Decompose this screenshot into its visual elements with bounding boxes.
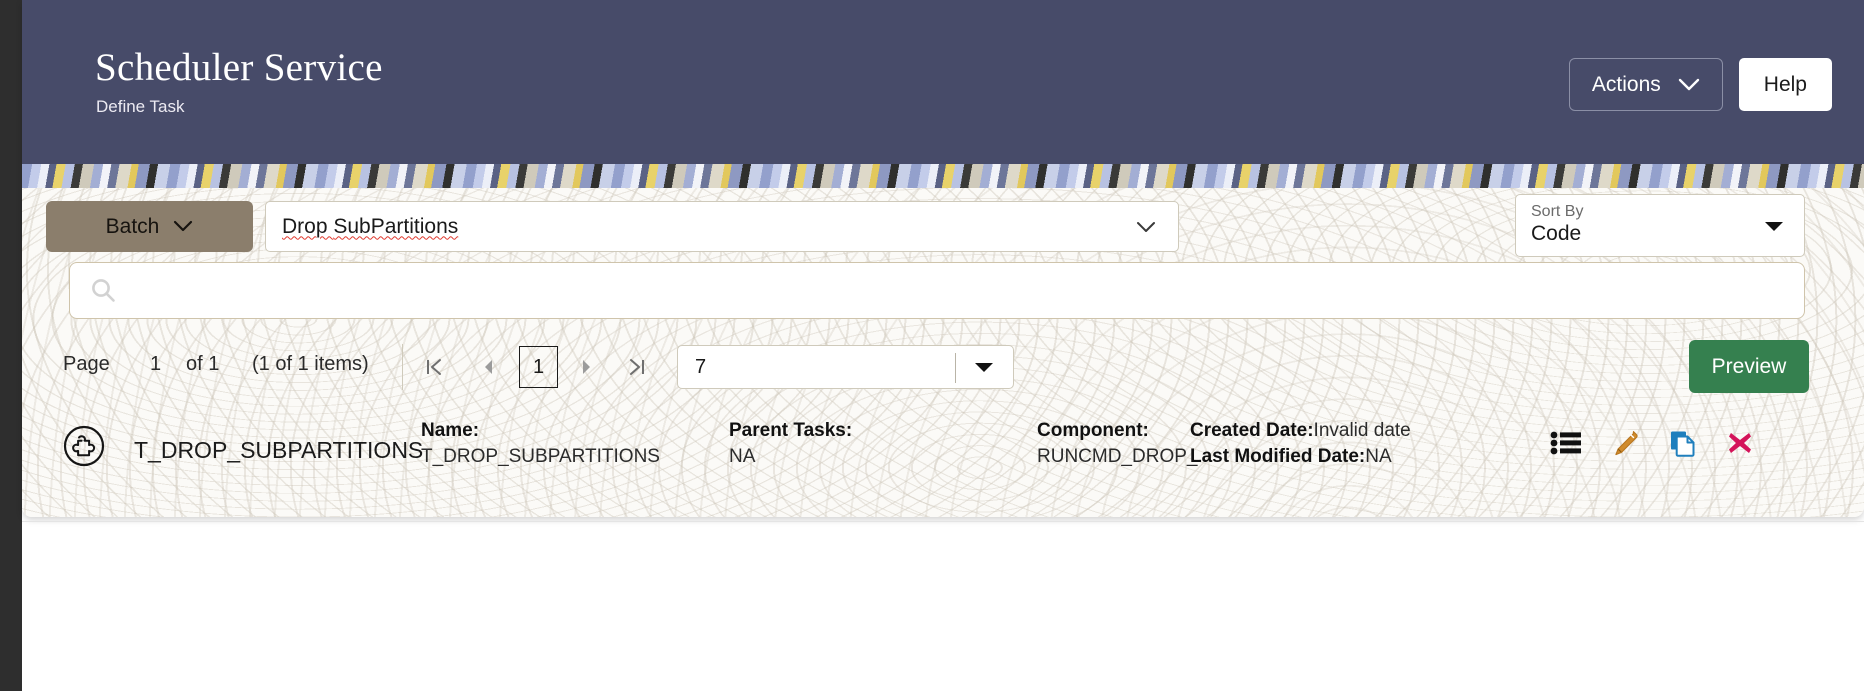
page-number-input[interactable] bbox=[519, 346, 558, 388]
header-actions: Actions Help bbox=[1568, 58, 1832, 111]
batch-dropdown-button[interactable]: Batch bbox=[46, 201, 253, 252]
app-header: Scheduler Service Define Task Actions He… bbox=[22, 0, 1864, 164]
task-type-value-main: SubPartitions bbox=[333, 214, 459, 238]
last-page-button[interactable] bbox=[620, 350, 652, 384]
field-last-modified-value: NA bbox=[1365, 445, 1392, 467]
batch-button-label: Batch bbox=[105, 214, 160, 238]
chevron-down-icon bbox=[1136, 221, 1156, 233]
page-label: Page bbox=[63, 353, 110, 375]
triangle-down-icon bbox=[974, 361, 994, 373]
task-type-select-value: Drop SubPartitions bbox=[282, 215, 458, 239]
content-area: Batch Drop SubPartitions Sort By Code Pa… bbox=[22, 188, 1864, 517]
task-type-select[interactable]: Drop SubPartitions bbox=[265, 201, 1179, 252]
field-name-label: Name: bbox=[421, 420, 480, 441]
last-page-icon bbox=[627, 357, 646, 377]
page-surface: Scheduler Service Define Task Actions He… bbox=[22, 0, 1864, 691]
help-button[interactable]: Help bbox=[1738, 58, 1832, 111]
search-input[interactable] bbox=[131, 278, 1784, 303]
rows-per-page-select[interactable]: 7 bbox=[677, 345, 1014, 389]
close-x-icon bbox=[1726, 433, 1754, 460]
field-created-date-value: Invalid date bbox=[1313, 420, 1411, 441]
copy-button[interactable] bbox=[1668, 428, 1698, 458]
delete-button[interactable] bbox=[1726, 429, 1754, 457]
sort-by-select[interactable]: Sort By Code bbox=[1515, 194, 1805, 257]
field-last-modified-label: Last Modified Date: bbox=[1190, 445, 1366, 467]
pencil-icon bbox=[1610, 431, 1640, 461]
rows-select-divider bbox=[955, 353, 956, 383]
field-component-label: Component: bbox=[1037, 420, 1149, 441]
field-component-value: RUNCMD_DROP_... bbox=[1037, 445, 1214, 467]
rows-per-page-value: 7 bbox=[695, 355, 707, 378]
field-created-date: Created Date:Invalid date bbox=[1190, 418, 1411, 444]
search-icon bbox=[90, 277, 117, 304]
sort-by-value: Code bbox=[1531, 222, 1582, 246]
copy-icon bbox=[1668, 431, 1698, 461]
app-root: Scheduler Service Define Task Actions He… bbox=[0, 0, 1864, 691]
card-bottom-divider bbox=[22, 521, 1864, 522]
actions-button-label: Actions bbox=[1591, 72, 1661, 96]
page-number-text: 1 bbox=[150, 353, 162, 375]
task-code: T_DROP_SUBPARTITIONS bbox=[134, 437, 424, 463]
field-parent-tasks-label: Parent Tasks: bbox=[729, 420, 853, 441]
sort-by-label: Sort By bbox=[1531, 203, 1584, 220]
chevron-down-icon bbox=[1678, 78, 1700, 92]
field-parent-tasks: Parent Tasks: NA bbox=[729, 418, 852, 469]
page-total-text: of 1 bbox=[186, 353, 220, 375]
actions-button[interactable]: Actions bbox=[1568, 58, 1723, 111]
pager-divider bbox=[402, 344, 403, 390]
field-last-modified-date: Last Modified Date:NA bbox=[1190, 444, 1411, 470]
chevron-down-icon bbox=[173, 215, 193, 239]
caret-right-icon bbox=[580, 358, 593, 376]
caret-left-icon bbox=[482, 358, 495, 376]
search-box[interactable] bbox=[69, 262, 1805, 319]
field-parent-tasks-value: NA bbox=[729, 445, 756, 467]
left-gutter bbox=[0, 0, 22, 691]
edit-button[interactable] bbox=[1610, 428, 1640, 458]
field-component: Component: RUNCMD_DROP_... bbox=[1037, 418, 1214, 469]
field-name-value: T_DROP_SUBPARTITIONS bbox=[421, 445, 660, 467]
details-list-button[interactable] bbox=[1550, 429, 1582, 457]
page-title: Scheduler Service bbox=[95, 46, 383, 89]
triangle-down-icon bbox=[1764, 220, 1784, 232]
field-name: Name: T_DROP_SUBPARTITIONS bbox=[421, 418, 660, 469]
define-task-card: Scheduler Service Define Task Actions He… bbox=[22, 0, 1864, 517]
field-created-date-label: Created Date: bbox=[1190, 420, 1314, 441]
filter-toolbar: Batch Drop SubPartitions Sort By Code bbox=[22, 188, 1864, 257]
pagination-bar: Page 1 of 1 (1 of 1 items) 1 7 Preview bbox=[22, 336, 1864, 400]
table-row[interactable]: T_DROP_SUBPARTITIONS Name: T_DROP_SUBPAR… bbox=[22, 406, 1864, 482]
row-action-buttons bbox=[1550, 428, 1754, 458]
previous-page-button[interactable] bbox=[472, 350, 504, 384]
first-page-icon bbox=[425, 357, 444, 377]
next-page-button[interactable] bbox=[570, 350, 602, 384]
items-count-text: (1 of 1 items) bbox=[252, 353, 369, 375]
preview-button[interactable]: Preview bbox=[1689, 340, 1809, 393]
list-icon bbox=[1550, 431, 1582, 460]
decorative-banner-strip bbox=[22, 164, 1864, 188]
first-page-button[interactable] bbox=[418, 350, 450, 384]
puzzle-piece-icon bbox=[62, 424, 106, 468]
page-subtitle: Define Task bbox=[96, 97, 185, 116]
field-dates: Created Date:Invalid date Last Modified … bbox=[1190, 418, 1411, 469]
task-type-value-prefix: Drop bbox=[282, 214, 334, 238]
